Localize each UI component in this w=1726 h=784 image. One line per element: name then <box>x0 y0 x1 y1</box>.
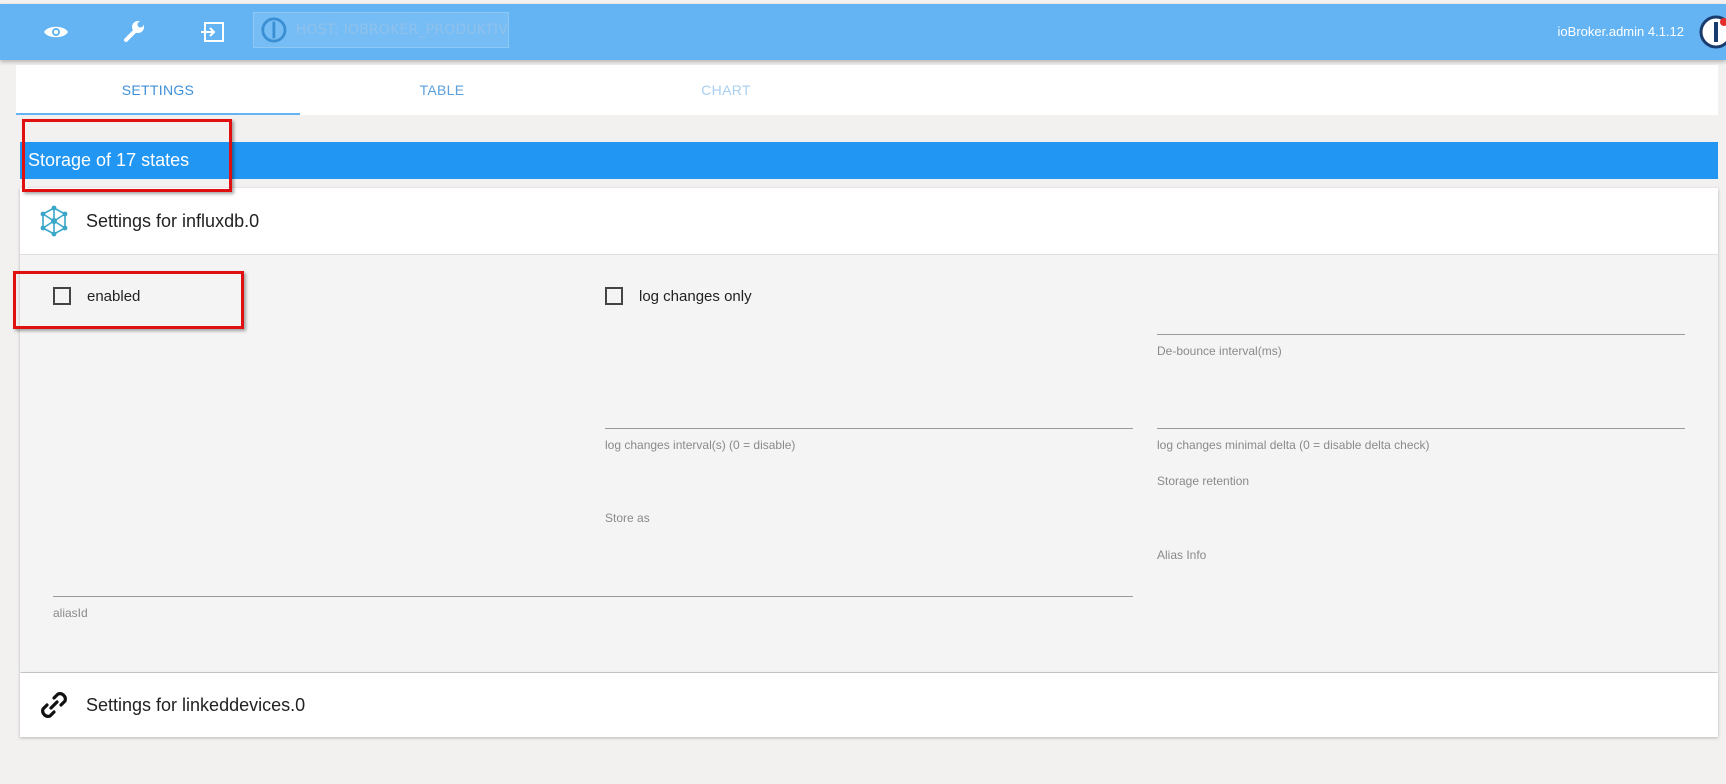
top-app-bar: HOST: IOBROKER_PRODUKTIV ioBroker.admin … <box>0 4 1726 60</box>
log-changes-interval-label: log changes interval(s) (0 = disable) <box>605 438 796 452</box>
influxdb-panel-body: enabled log changes only De-bounce inter… <box>20 254 1718 672</box>
debounce-label: De-bounce interval(ms) <box>1157 344 1282 358</box>
influxdb-panel-title: Settings for influxdb.0 <box>86 210 260 231</box>
host-power-icon <box>261 17 287 43</box>
tab-chart[interactable]: CHART <box>584 65 868 115</box>
linkeddevices-settings-panel: Settings for linkeddevices.0 <box>20 673 1718 737</box>
store-as-label[interactable]: Store as <box>605 511 650 525</box>
storage-header-text: Storage of 17 states <box>28 150 190 170</box>
influxdb-icon <box>36 203 72 239</box>
tab-table-label: TABLE <box>419 82 465 98</box>
admin-version: ioBroker.admin 4.1.12 <box>1557 24 1684 39</box>
log-changes-delta-input[interactable] <box>1157 428 1685 429</box>
log-changes-only-checkbox[interactable] <box>605 287 623 305</box>
alias-id-input[interactable] <box>53 596 1133 597</box>
debounce-input[interactable] <box>1157 334 1685 335</box>
host-selector[interactable]: HOST: IOBROKER_PRODUKTIV <box>253 12 509 48</box>
link-icon <box>36 687 72 723</box>
logout-icon[interactable] <box>194 14 230 50</box>
log-changes-only-label: log changes only <box>639 287 752 305</box>
tab-settings-label: SETTINGS <box>121 82 195 98</box>
log-changes-only-row[interactable]: log changes only <box>605 287 752 305</box>
eye-icon[interactable] <box>38 14 74 50</box>
log-changes-delta-label: log changes minimal delta (0 = disable d… <box>1157 438 1430 452</box>
tab-bar: SETTINGS TABLE CHART <box>16 65 1718 115</box>
enabled-label: enabled <box>87 287 141 305</box>
tab-chart-label: CHART <box>701 82 751 98</box>
linkeddevices-panel-title: Settings for linkeddevices.0 <box>86 694 306 715</box>
host-label: HOST: IOBROKER_PRODUKTIV <box>295 22 508 38</box>
alias-id-label: aliasId <box>53 606 88 620</box>
influxdb-settings-panel: Settings for influxdb.0 enabled log chan… <box>20 188 1718 672</box>
wrench-icon[interactable] <box>116 14 152 50</box>
log-changes-interval-input[interactable] <box>605 428 1133 429</box>
enabled-checkbox[interactable] <box>53 287 71 305</box>
alias-info-label: Alias Info <box>1157 548 1207 562</box>
storage-retention-label[interactable]: Storage retention <box>1157 474 1249 488</box>
linkeddevices-panel-header[interactable]: Settings for linkeddevices.0 <box>20 673 1718 737</box>
tab-settings[interactable]: SETTINGS <box>16 65 300 115</box>
influxdb-panel-header[interactable]: Settings for influxdb.0 <box>20 188 1718 254</box>
tab-table[interactable]: TABLE <box>300 65 584 115</box>
storage-header: Storage of 17 states <box>20 142 1718 179</box>
enabled-checkbox-row[interactable]: enabled <box>53 287 140 305</box>
tab-active-indicator <box>16 113 300 115</box>
iobroker-logo-icon <box>1698 14 1726 50</box>
